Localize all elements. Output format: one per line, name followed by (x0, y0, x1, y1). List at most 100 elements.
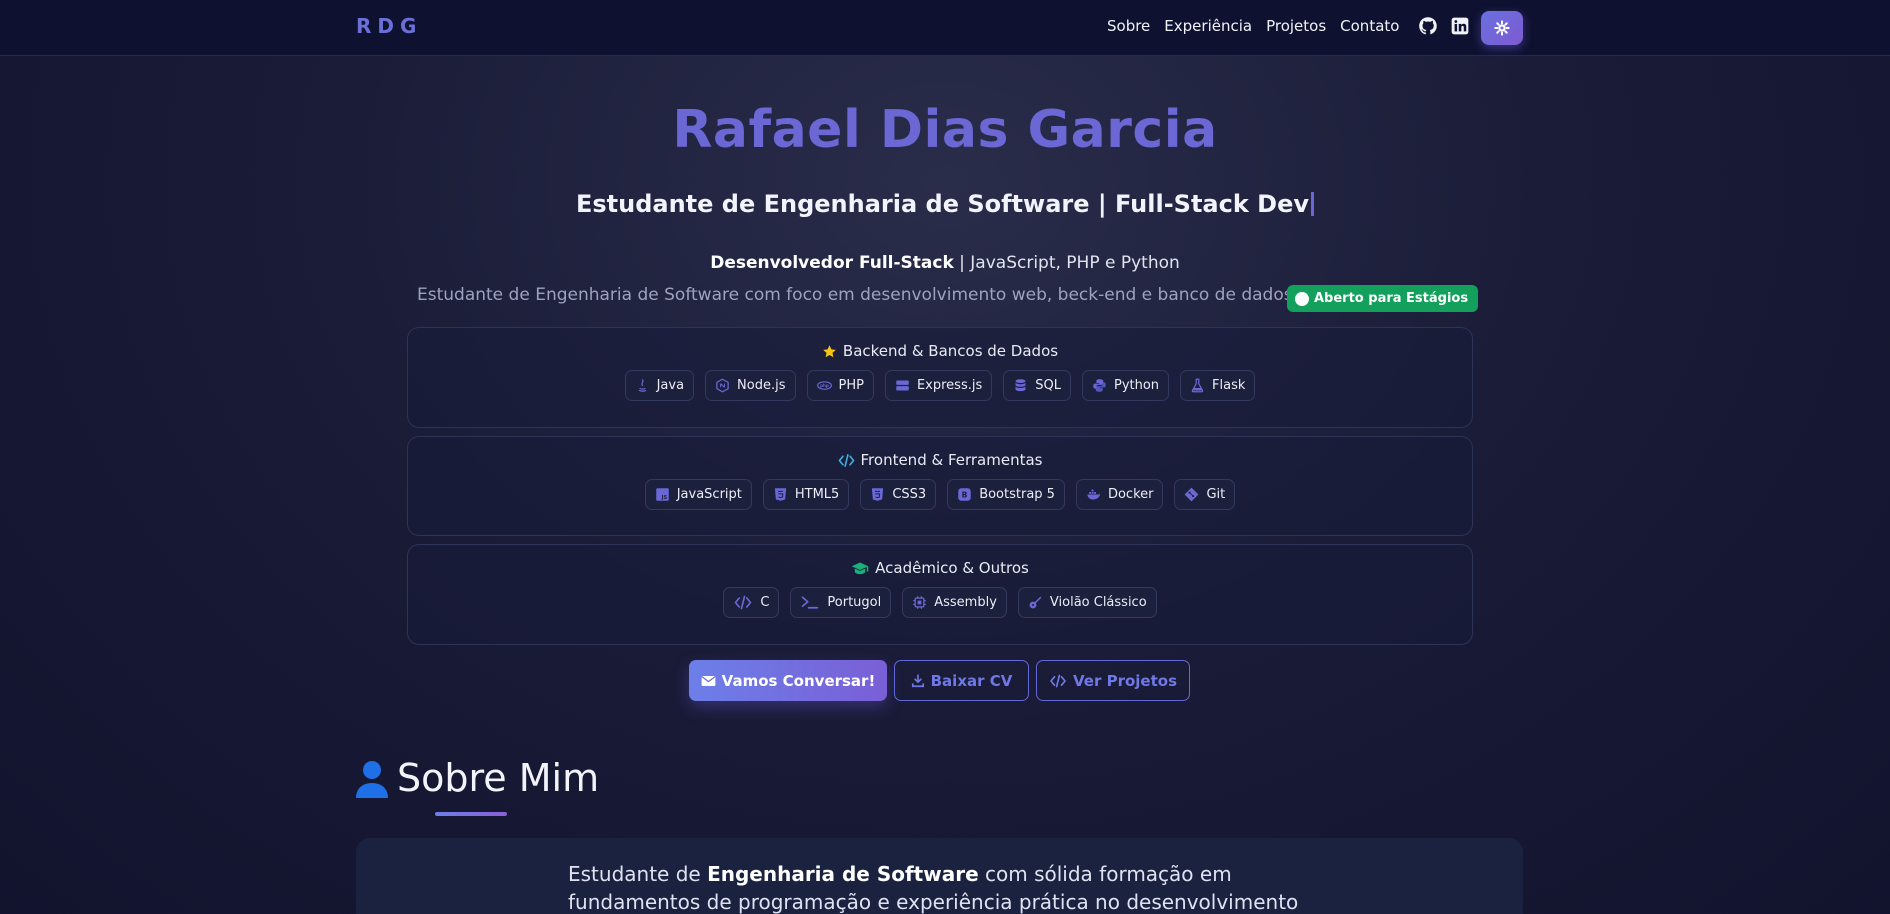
skills-card-academic: Acadêmico & Outros C Portugol Assembly V… (407, 544, 1473, 645)
view-projects-button[interactable]: Ver Projetos (1036, 660, 1190, 701)
skills-chip-list: Java Node.js php PHP Express.js SQL Pyth… (408, 370, 1472, 401)
contact-button[interactable]: Vamos Conversar! (689, 660, 887, 701)
section-title-sobre: Sobre Mim (397, 756, 600, 800)
skill-chip-sql: SQL (1003, 370, 1071, 401)
nav-link-sobre[interactable]: Sobre (1107, 17, 1150, 35)
git-icon (1185, 487, 1199, 502)
database-icon (1015, 379, 1026, 392)
gear-icon (1494, 20, 1510, 36)
skills-card-title: Frontend & Ferramentas (408, 451, 1472, 469)
skill-label: Assembly (934, 595, 997, 610)
skill-chip-php: php PHP (806, 370, 874, 401)
nav-link-experiencia[interactable]: Experiência (1164, 17, 1252, 35)
skill-label: SQL (1035, 378, 1061, 393)
code-icon (1050, 674, 1066, 687)
guitar-icon (1029, 596, 1042, 609)
docker-icon (1087, 489, 1100, 500)
github-icon[interactable] (1418, 16, 1438, 36)
html5-icon (774, 488, 786, 501)
bootstrap-icon: B (958, 488, 971, 501)
cpu-icon (913, 596, 926, 609)
skill-chip-javascript: JS JavaScript (644, 479, 752, 510)
skills-card-frontend: Frontend & Ferramentas JS JavaScript HTM… (407, 436, 1473, 536)
user-icon (356, 761, 388, 798)
skill-chip-bootstrap: B Bootstrap 5 (947, 479, 1065, 510)
star-icon (823, 344, 836, 357)
skill-label: Flask (1212, 378, 1246, 393)
skill-chip-assembly: Assembly (902, 587, 1007, 618)
skill-label: C (760, 595, 770, 610)
hero-subtitle: Estudante de Engenharia de Software | Fu… (0, 190, 1890, 218)
hero-name: Rafael Dias Garcia (672, 100, 1218, 160)
skill-label: Portugol (827, 595, 882, 610)
download-icon (911, 673, 924, 687)
terminal-icon (802, 596, 819, 609)
section-title-underline (435, 812, 507, 816)
linkedin-icon[interactable] (1450, 16, 1470, 36)
skills-card-title-text: Backend & Bancos de Dados (842, 342, 1059, 360)
download-cv-button[interactable]: Baixar CV (894, 660, 1029, 701)
php-icon: php (816, 381, 832, 390)
skill-chip-violao: Violão Clássico (1017, 587, 1157, 618)
skill-label: Docker (1107, 487, 1154, 502)
skill-label: Node.js (737, 378, 786, 393)
hero-description: Estudante de Engenharia de Software com … (417, 285, 1293, 305)
hero-role-bold: Desenvolvedor Full-Stack (710, 253, 954, 273)
nodejs-icon (716, 378, 729, 393)
about-text-part: Estudante de (568, 862, 708, 886)
css3-icon (872, 488, 884, 501)
skill-chip-docker: Docker (1075, 479, 1164, 510)
svg-text:php: php (820, 383, 829, 388)
skill-chip-css3: CSS3 (860, 479, 937, 510)
skill-label: Git (1206, 487, 1226, 502)
code-icon (735, 595, 752, 610)
theme-toggle-button[interactable] (1481, 11, 1523, 45)
status-badge-label: Aberto para Estágios (1314, 291, 1469, 306)
hero-role-rest: | JavaScript, PHP e Python (953, 253, 1180, 273)
skills-chip-list: C Portugol Assembly Violão Clássico (408, 587, 1472, 618)
skill-chip-c: C (723, 587, 780, 618)
skill-label: PHP (838, 378, 864, 393)
skill-chip-git: Git (1174, 479, 1236, 510)
skill-label: HTML5 (794, 487, 840, 502)
skill-chip-flask: Flask (1180, 370, 1256, 401)
skills-card-title-text: Frontend & Ferramentas (860, 451, 1043, 469)
skill-label: Python (1113, 378, 1160, 393)
contact-button-label: Vamos Conversar! (721, 671, 876, 690)
skills-card-title: Backend & Bancos de Dados (408, 342, 1472, 360)
nav-link-contato[interactable]: Contato (1340, 17, 1399, 35)
skill-label: JavaScript (676, 487, 742, 502)
svg-text:JS: JS (660, 495, 667, 501)
code-icon (838, 453, 854, 467)
skill-label: Java (656, 378, 685, 393)
skills-card-backend: Backend & Bancos de Dados Java Node.js p… (407, 327, 1473, 428)
skills-chip-list: JS JavaScript HTML5 CSS3 B Bootstrap 5 D… (408, 479, 1472, 510)
skill-chip-nodejs: Node.js (705, 370, 796, 401)
navbar: RDG Sobre Experiência Projetos Contato (0, 0, 1890, 56)
skills-card-title-text: Acadêmico & Outros (875, 559, 1029, 577)
javascript-icon: JS (655, 488, 669, 501)
circle-icon (1295, 291, 1309, 306)
hero-subtitle-text: Estudante de Engenharia de Software | Fu… (575, 190, 1310, 218)
about-text-bold: Engenharia de Software (707, 862, 979, 886)
graduation-cap-icon (851, 562, 869, 574)
skill-label: Bootstrap 5 (979, 487, 1055, 502)
nav-link-projetos[interactable]: Projetos (1266, 17, 1326, 35)
skill-chip-expressjs: Express.js (884, 370, 993, 401)
server-icon (896, 380, 909, 391)
skill-label: Express.js (916, 378, 983, 393)
skill-label: Violão Clássico (1049, 595, 1147, 610)
typing-cursor (1311, 192, 1315, 216)
nav-links: Sobre Experiência Projetos Contato (1107, 17, 1399, 35)
brand-logo[interactable]: RDG (356, 14, 422, 38)
skill-chip-html5: HTML5 (762, 479, 850, 510)
skill-chip-portugol: Portugol (790, 587, 892, 618)
svg-text:B: B (962, 491, 968, 500)
python-icon (1093, 379, 1106, 392)
skill-chip-python: Python (1081, 370, 1170, 401)
skill-chip-java: Java (624, 370, 695, 401)
download-cv-label: Baixar CV (930, 671, 1013, 690)
hero-role: Desenvolvedor Full-Stack | JavaScript, P… (0, 253, 1890, 273)
java-icon (638, 379, 646, 392)
skills-card-title: Acadêmico & Outros (408, 559, 1472, 577)
